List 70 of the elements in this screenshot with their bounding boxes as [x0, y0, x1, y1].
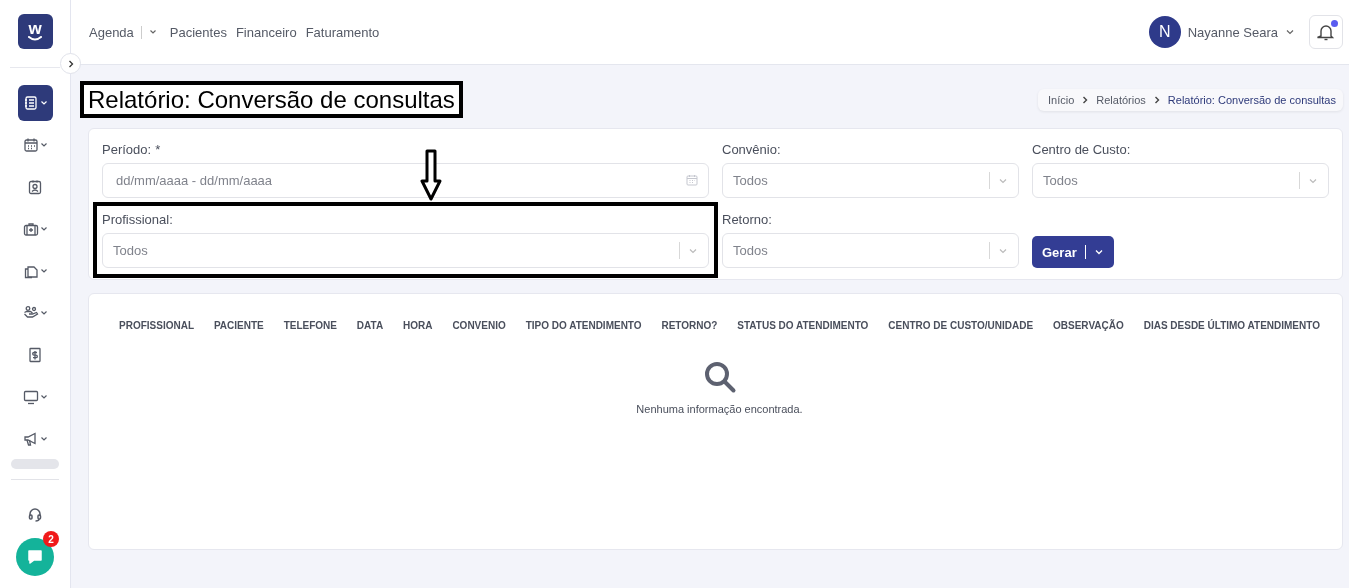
notification-badge: 2: [43, 531, 59, 547]
caret-icon: [39, 435, 48, 443]
column-header: CONVENIO: [452, 320, 506, 331]
caret-icon: [39, 267, 48, 275]
field-label: Profissional:: [102, 212, 173, 228]
logo-text: w: [28, 22, 42, 36]
notifications-button[interactable]: [1309, 15, 1343, 49]
breadcrumb-link[interactable]: Relatório: Conversão de consultas: [1167, 93, 1336, 106]
column-header: TIPO DO ATENDIMENTO: [525, 320, 642, 331]
user-name: Nayanne Seara: [1187, 24, 1278, 40]
id-badge-icon: [27, 179, 43, 195]
documents-icon: [22, 263, 39, 279]
column-header: PROFISSIONAL: [119, 320, 194, 331]
column-header: HORA: [403, 320, 433, 331]
column-header: STATUS DO ATENDIMENTO: [737, 320, 869, 331]
caret-icon: [39, 225, 48, 233]
field-label: Convênio:: [722, 142, 781, 158]
invoice-icon: [27, 347, 43, 363]
caret-icon: [39, 309, 48, 317]
column-header: DATA: [356, 320, 384, 331]
caret-icon: [1285, 27, 1295, 37]
caret-icon: [39, 99, 48, 107]
scrollbar[interactable]: [11, 459, 59, 469]
chevron-icon: [1081, 95, 1090, 104]
caret-icon: [39, 141, 48, 149]
field-label: Centro de Custo:: [1032, 142, 1131, 158]
chevron-icon: [1152, 95, 1161, 104]
column-header: PACIENTE: [213, 320, 264, 331]
nav-link[interactable]: Financeiro: [235, 24, 297, 40]
down-arrow-icon: [420, 149, 442, 201]
select-field[interactable]: Todos: [102, 233, 709, 268]
select-field[interactable]: Todos: [722, 233, 1019, 268]
monitor-icon: [22, 389, 39, 405]
breadcrumb-link[interactable]: Início: [1048, 93, 1075, 106]
caret-icon: [39, 393, 48, 401]
nav-link[interactable]: Faturamento: [305, 24, 380, 40]
column-header: TELEFONE: [283, 320, 337, 331]
headset-icon[interactable]: [27, 506, 43, 522]
column-header: OBSERVAÇÃO: [1053, 320, 1124, 331]
column-header: CENTRO DE CUSTO/UNIDADE: [888, 320, 1034, 331]
breadcrumb-link[interactable]: Relatórios: [1096, 93, 1146, 106]
nav-link[interactable]: Pacientes: [169, 24, 227, 40]
generate-button[interactable]: Gerar: [1032, 236, 1114, 268]
required-mark: *: [155, 142, 161, 158]
page-title: Relatório: Conversão de consultas: [88, 85, 455, 114]
empty-message: Nenhuma informação encontrada.: [636, 403, 803, 415]
megaphone-icon: [22, 431, 39, 447]
sidebar-item[interactable]: [17, 85, 53, 121]
medical-kit-icon: [22, 221, 39, 237]
chevron-icon: [66, 59, 75, 68]
field-label: Período:: [102, 142, 152, 158]
speech-bubble-icon: [26, 548, 44, 566]
column-header: DIAS DESDE ÚLTIMO ATENDIMENTO: [1143, 320, 1320, 331]
calendar-icon: [22, 137, 39, 153]
avatar: N: [1148, 16, 1181, 48]
select-field[interactable]: Todos: [1032, 163, 1329, 198]
smile-icon: [27, 36, 43, 41]
date-field[interactable]: dd/mm/aaaa - dd/mm/aaaa: [102, 163, 709, 198]
bell-icon: [1317, 23, 1335, 41]
hand-care-icon: [22, 305, 39, 321]
caret-icon[interactable]: [148, 28, 157, 36]
notebook-icon: [22, 95, 39, 111]
field-label: Retorno:: [722, 212, 772, 228]
column-header: RETORNO?: [661, 320, 718, 331]
user-menu[interactable]: N Nayanne Seara: [1148, 16, 1295, 48]
logo[interactable]: w: [17, 14, 53, 49]
select-field[interactable]: Todos: [722, 163, 1019, 198]
caret-icon: [1093, 247, 1104, 257]
calendar-icon: [686, 174, 698, 186]
nav-link[interactable]: Agenda: [89, 24, 134, 40]
